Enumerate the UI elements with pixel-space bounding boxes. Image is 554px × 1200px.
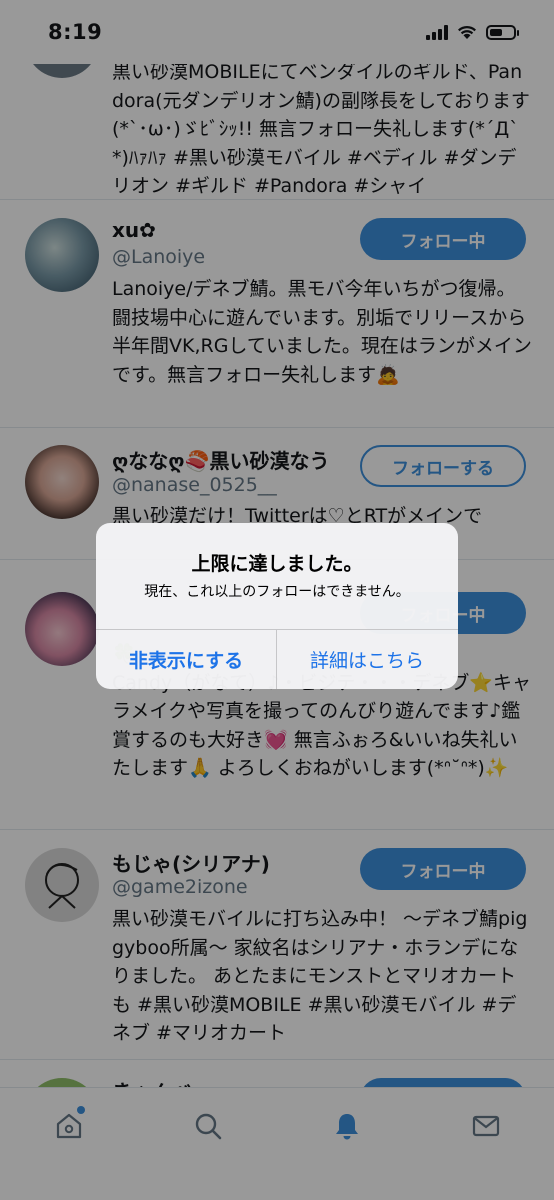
details-button[interactable]: 詳細はこちら [277, 630, 457, 689]
limit-reached-alert: 上限に達しました。 現在、これ以上のフォローはできません。 非表示にする 詳細は… [96, 523, 458, 689]
alert-message: 現在、これ以上のフォローはできません。 [144, 584, 410, 600]
alert-title: 上限に達しました。 [191, 553, 363, 575]
hide-button[interactable]: 非表示にする [96, 630, 276, 689]
